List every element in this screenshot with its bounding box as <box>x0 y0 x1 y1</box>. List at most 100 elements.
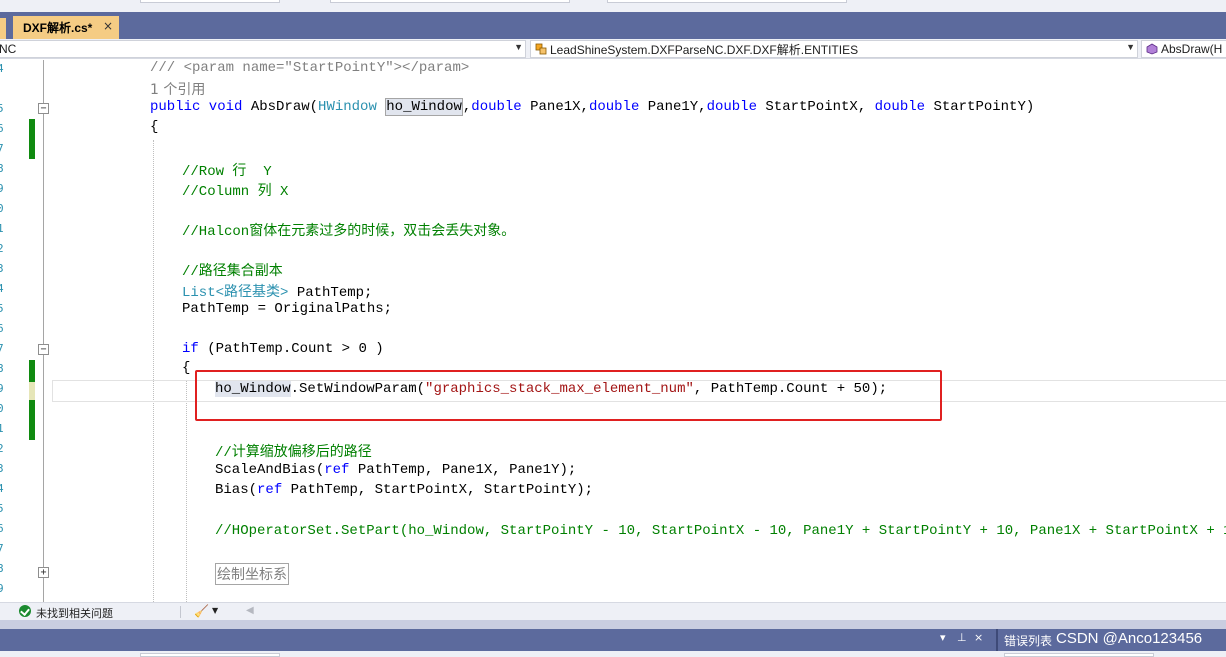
reference-count-link[interactable]: 1 个引用 <box>150 79 205 99</box>
line-number: 3 <box>0 462 4 475</box>
line-number: 4 <box>0 282 4 295</box>
line-number: 6 <box>0 322 4 335</box>
line-number: 2 <box>0 442 4 455</box>
line-number: 2 <box>0 242 4 255</box>
code-token: StartPointX, <box>757 99 875 115</box>
type-dropdown[interactable]: LeadShineSystem.DXFParseNC.DXF.DXF解析.ENT… <box>530 40 1138 58</box>
watermark: CSDN @Anco123456 <box>1056 630 1203 647</box>
line-number: 6 <box>0 122 4 135</box>
top-strip-field <box>607 0 847 3</box>
panel-menu-icon[interactable]: ▾ <box>940 631 946 644</box>
line-number: 4 <box>0 62 4 75</box>
line-number: 8 <box>0 562 4 575</box>
code-line-doc-comment: /// <param name="StartPointY"></param> <box>150 60 470 76</box>
code-token: if <box>182 341 199 357</box>
line-number: 9 <box>0 382 4 395</box>
code-token: double <box>874 99 926 115</box>
line-number-margin: 4 5 6 7 8 9 0 1 2 3 4 5 6 7 8 9 0 1 2 3 … <box>0 60 6 602</box>
code-line-declaration: List<路径基类> PathTemp; <box>182 281 372 301</box>
method-icon <box>1146 43 1158 55</box>
line-number: 0 <box>0 202 4 215</box>
code-token: ref <box>324 462 350 478</box>
code-token: double <box>588 99 640 115</box>
panel-splitter[interactable] <box>0 620 1226 629</box>
line-number: 5 <box>0 302 4 315</box>
pin-icon[interactable]: ⊥ <box>957 631 967 644</box>
code-editor[interactable]: 4 5 6 7 8 9 0 1 2 3 4 5 6 7 8 9 0 1 2 3 … <box>0 60 1226 602</box>
editor-status-bar: 未找到相关问题 🧹 ▼ ◀ <box>0 602 1226 620</box>
project-label: NC <box>0 42 17 56</box>
top-strip-field <box>330 0 570 3</box>
close-icon[interactable]: × <box>103 19 113 33</box>
code-line-bias: Bias(ref PathTemp, StartPointX, StartPoi… <box>215 482 593 498</box>
code-token: HWindow <box>318 99 377 115</box>
navigation-bar: NC ▼ LeadShineSystem.DXFParseNC.DXF.DXF解… <box>0 39 1226 59</box>
toolbar-field[interactable] <box>1004 653 1154 657</box>
close-icon[interactable]: × <box>974 631 983 644</box>
top-strip-field <box>140 0 280 3</box>
line-number: 7 <box>0 142 4 155</box>
window-top-strip <box>0 0 1226 12</box>
change-marker <box>29 119 35 159</box>
tab-edge <box>0 18 6 39</box>
check-circle-icon <box>19 605 31 617</box>
code-line-comment: //路径集合副本 <box>182 264 283 280</box>
code-token: double <box>471 99 522 115</box>
dropdown-arrow-icon[interactable]: ▼ <box>212 606 218 615</box>
line-number: 7 <box>0 342 4 355</box>
code-token: PathTemp, Pane1X, Pane1Y); <box>349 462 577 478</box>
line-number: 1 <box>0 222 4 235</box>
class-icon <box>535 43 547 55</box>
code-token: (PathTemp.Count > 0 ) <box>198 341 384 357</box>
code-token: PathTemp; <box>288 285 373 301</box>
issues-status[interactable]: 未找到相关问题 <box>36 605 113 621</box>
annotation-box <box>195 370 942 421</box>
line-number: 1 <box>0 422 4 435</box>
panel-toolbar <box>0 651 1226 657</box>
code-line-scale: ScaleAndBias(ref PathTemp, Pane1X, Pane1… <box>215 462 576 478</box>
outline-line <box>43 60 44 602</box>
code-token: double <box>706 99 757 115</box>
code-line-method-signature: public void AbsDraw(HWindow ho_Window,do… <box>150 98 1035 116</box>
line-number: 9 <box>0 582 4 595</box>
code-token: Pane1X, <box>521 99 589 115</box>
scroll-left-icon[interactable]: ◀ <box>246 605 254 616</box>
code-token: ho_Window <box>385 98 463 116</box>
code-token: public void <box>150 99 251 115</box>
tab-label: DXF解析.cs* <box>23 21 93 35</box>
line-number: 9 <box>0 182 4 195</box>
line-number: 0 <box>0 402 4 415</box>
collapsed-region[interactable]: 绘制坐标系 <box>215 563 289 585</box>
code-token: List<路径基类> <box>182 285 289 301</box>
unsaved-change-marker <box>29 382 35 400</box>
code-token: PathTemp, StartPointX, StartPointY); <box>282 482 594 498</box>
line-number: 7 <box>0 542 4 555</box>
collapse-icon[interactable]: − <box>38 103 49 114</box>
code-token: ScaleAndBias( <box>215 462 325 478</box>
line-number: 8 <box>0 362 4 375</box>
type-label: LeadShineSystem.DXFParseNC.DXF.DXF解析.ENT… <box>550 42 859 57</box>
tab-dxf-file[interactable]: DXF解析.cs* × <box>13 16 119 39</box>
code-line-assignment: PathTemp = OriginalPaths; <box>182 301 393 317</box>
status-divider <box>180 606 181 618</box>
member-dropdown[interactable]: AbsDraw(H <box>1141 40 1226 58</box>
collapse-icon[interactable]: − <box>38 344 49 355</box>
expand-icon[interactable]: + <box>38 567 49 578</box>
code-line-comment: //Column 列 X <box>182 184 289 200</box>
error-list-panel-header: ▾ ⊥ × 错误列表 CSDN @Anco123456 <box>0 629 1226 657</box>
member-label: AbsDraw(H <box>1161 42 1223 56</box>
code-line-brace: { <box>182 360 191 376</box>
code-token: StartPointY) <box>925 99 1035 115</box>
toolbar-field[interactable] <box>140 653 280 657</box>
change-marker <box>29 360 35 440</box>
document-tab-bar: DXF解析.cs* × <box>0 12 1226 39</box>
dropdown-arrow-icon: ▼ <box>1126 42 1135 52</box>
code-token: AbsDraw( <box>250 99 319 115</box>
project-dropdown[interactable]: NC ▼ <box>0 40 526 58</box>
indent-guide <box>153 140 154 602</box>
line-number: 5 <box>0 502 4 515</box>
code-cleanup-icon[interactable]: 🧹 <box>194 604 209 618</box>
dropdown-arrow-icon: ▼ <box>514 42 523 52</box>
indent-guide <box>186 380 187 602</box>
error-list-tab[interactable]: 错误列表 <box>1004 632 1052 649</box>
